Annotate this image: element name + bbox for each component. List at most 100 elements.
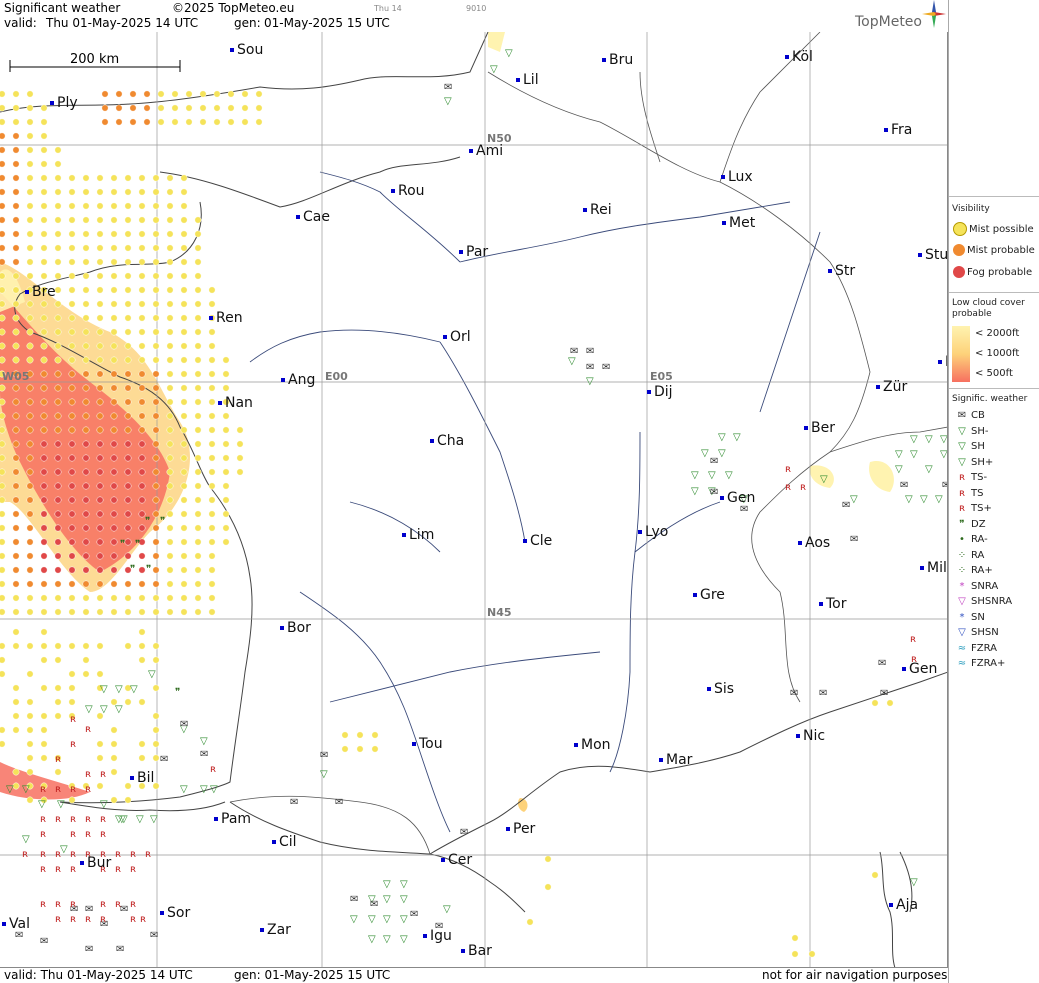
visibility-marker (167, 567, 173, 573)
visibility-marker (209, 399, 215, 405)
visibility-marker (153, 581, 159, 587)
cb-icon: ✉ (290, 797, 298, 808)
city-label-lyo: Lyo (645, 524, 668, 540)
visibility-marker (83, 595, 89, 601)
visibility-marker (55, 525, 61, 531)
visibility-marker (125, 595, 131, 601)
legend-sig-fzra-: ≈ FZRA+ (953, 658, 1005, 669)
shower-icon: ▽ (383, 914, 391, 925)
thunderstorm-icon: ʀ (55, 849, 61, 860)
visibility-marker (13, 525, 19, 531)
visibility-marker (13, 217, 19, 223)
visibility-marker (111, 539, 117, 545)
thunderstorm-icon: ʀ (40, 849, 46, 860)
visibility-marker (69, 175, 75, 181)
thunderstorm-icon: ʀ (70, 849, 76, 860)
visibility-marker (69, 581, 75, 587)
visibility-marker (195, 539, 201, 545)
cb-icon: ✉ (953, 410, 971, 421)
visibility-marker (0, 91, 5, 97)
visibility-marker (0, 259, 5, 265)
visibility-marker (342, 732, 348, 738)
visibility-marker (97, 525, 103, 531)
visibility-marker (144, 91, 150, 97)
visibility-marker (0, 553, 5, 559)
visibility-marker (209, 567, 215, 573)
shower-icon: ▽ (850, 494, 858, 505)
legend-cloud-500: < 500ft (975, 368, 1013, 379)
drizzle-icon: ❞ (175, 687, 180, 698)
visibility-marker (195, 413, 201, 419)
visibility-marker (13, 595, 19, 601)
shower-icon: ▽ (383, 879, 391, 890)
city-label-sis: Sis (714, 681, 734, 697)
visibility-marker (97, 609, 103, 615)
cb-icon: ✉ (85, 944, 93, 955)
visibility-marker (256, 91, 262, 97)
visibility-marker (41, 371, 47, 377)
visibility-marker (69, 245, 75, 251)
visibility-marker (97, 497, 103, 503)
visibility-marker (153, 189, 159, 195)
visibility-marker (83, 357, 89, 363)
visibility-marker (13, 483, 19, 489)
visibility-marker (200, 119, 206, 125)
visibility-marker (55, 231, 61, 237)
shower-icon: ▽ (200, 784, 208, 795)
visibility-marker (0, 483, 5, 489)
borders (230, 32, 948, 854)
visibility-marker (0, 539, 5, 545)
visibility-marker (181, 497, 187, 503)
visibility-marker (139, 657, 145, 663)
visibility-marker (195, 497, 201, 503)
gridline-label-w05: W05 (2, 370, 29, 383)
visibility-marker (125, 699, 131, 705)
low-cloud-swatch (952, 326, 970, 382)
visibility-marker (139, 371, 145, 377)
visibility-marker (41, 643, 47, 649)
visibility-marker (139, 595, 145, 601)
thunderstorm-icon: ʀ (100, 829, 106, 840)
visibility-marker (125, 287, 131, 293)
visibility-marker (153, 685, 159, 691)
shower-icon: ▽ (586, 376, 594, 387)
shower-icon: ▽ (350, 914, 358, 925)
city-label-mil: Mil (927, 560, 947, 576)
visibility-marker (97, 441, 103, 447)
visibility-marker (139, 357, 145, 363)
visibility-marker (167, 357, 173, 363)
visibility-marker (55, 329, 61, 335)
shower-icon: ▽ (150, 814, 158, 825)
shower-icon: ▽ (725, 470, 733, 481)
visibility-marker (195, 595, 201, 601)
visibility-marker (13, 203, 19, 209)
visibility-marker (0, 567, 5, 573)
visibility-marker (27, 643, 33, 649)
visibility-marker (97, 329, 103, 335)
valid-label: valid: (4, 16, 37, 30)
visibility-marker (69, 643, 75, 649)
shower-icon: ▽ (895, 464, 903, 475)
shower-icon: ▽ (60, 844, 68, 855)
visibility-marker (209, 595, 215, 601)
visibility-marker (13, 609, 19, 615)
visibility-marker (0, 245, 5, 251)
visibility-marker (153, 245, 159, 251)
visibility-marker (153, 553, 159, 559)
cb-icon: ✉ (878, 658, 886, 669)
shower-icon: ▽ (22, 834, 30, 845)
shower-icon: ▽ (115, 684, 123, 695)
visibility-marker (242, 105, 248, 111)
visibility-marker (27, 217, 33, 223)
visibility-marker (111, 441, 117, 447)
visibility-marker (97, 175, 103, 181)
visibility-marker (223, 511, 229, 517)
visibility-marker (200, 91, 206, 97)
gridline-label-e05: E05 (650, 370, 673, 383)
visibility-marker (55, 455, 61, 461)
visibility-marker (41, 315, 47, 321)
visibility-marker (97, 783, 103, 789)
chart-header: Significant weather ©2025 TopMeteo.eu Th… (0, 0, 948, 32)
visibility-marker (83, 245, 89, 251)
city-label-tou: Tou (419, 736, 443, 752)
